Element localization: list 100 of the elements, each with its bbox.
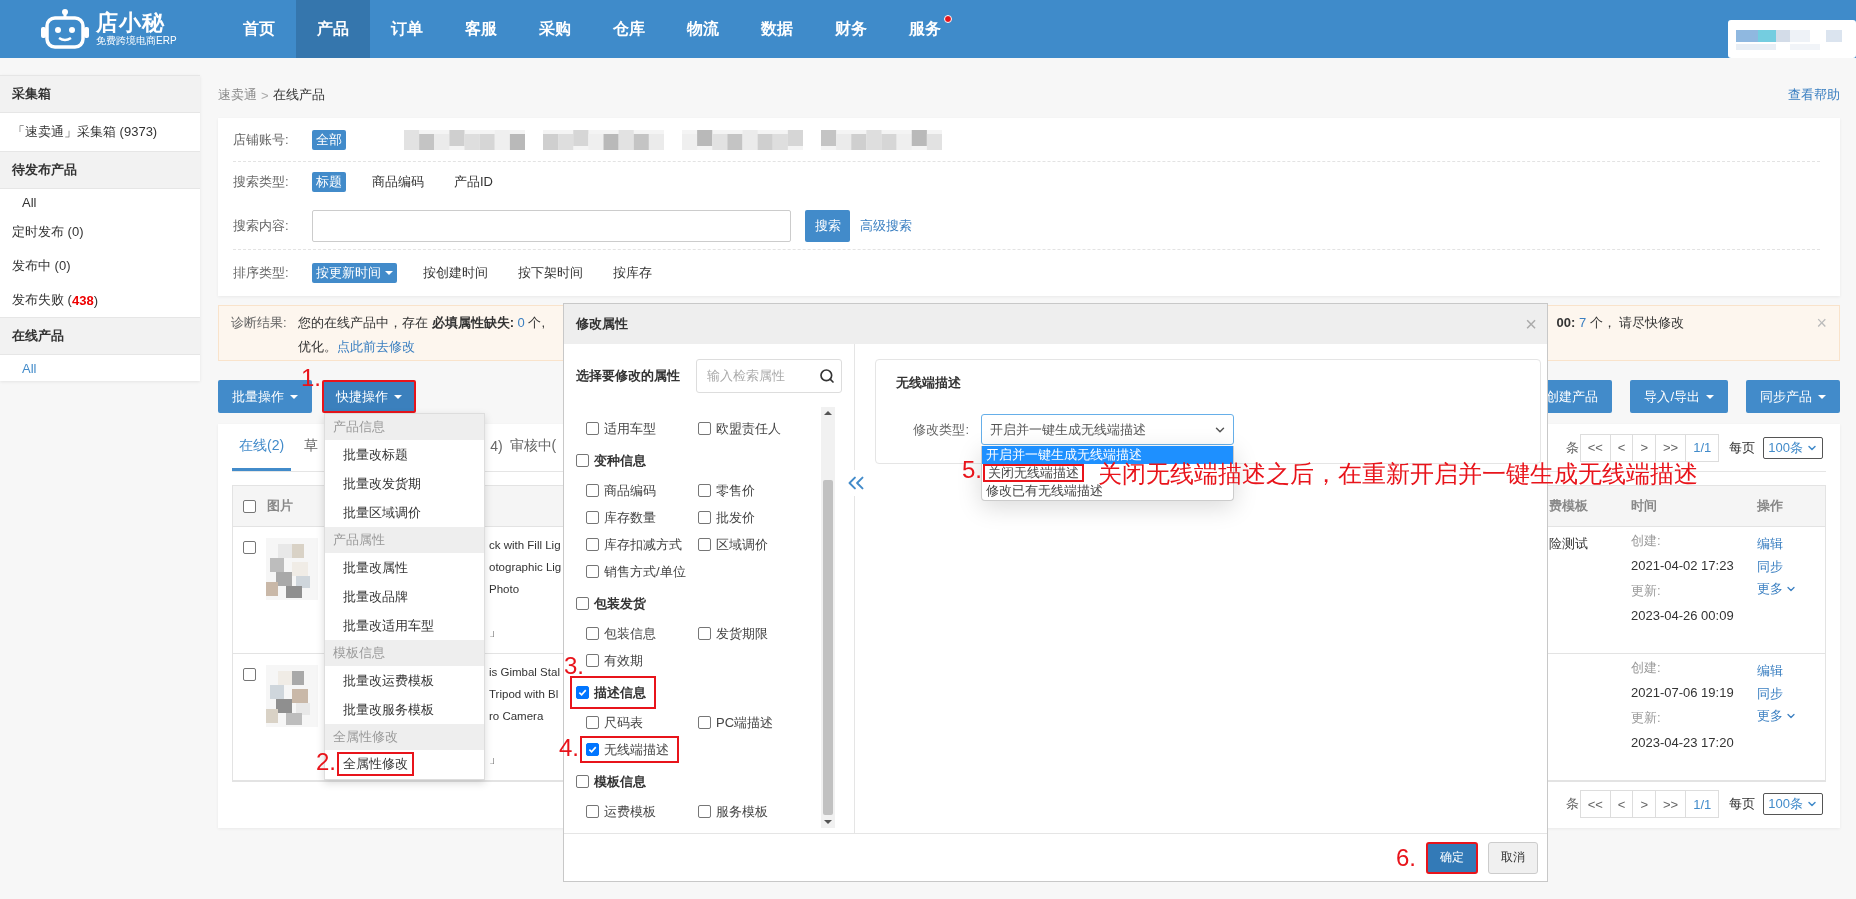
checkbox[interactable] [586, 627, 599, 640]
filter-option[interactable]: 全部 [312, 129, 346, 150]
page-button[interactable]: < [1609, 433, 1634, 462]
breadcrumb-item[interactable]: 速卖通 [218, 86, 257, 104]
checkbox[interactable] [243, 541, 256, 554]
sidebar-item[interactable]: 发布失败 (438) [0, 283, 200, 317]
checkbox[interactable] [698, 805, 711, 818]
row-action-link[interactable]: 更多 [1757, 578, 1797, 601]
sidebar-item[interactable]: 发布中 (0) [0, 249, 200, 283]
updated-time: 2023-04-26 00:09 [1631, 607, 1735, 625]
editor-title: 无线端描述 [896, 374, 962, 392]
checkbox[interactable] [586, 565, 599, 578]
checkbox[interactable] [576, 454, 589, 467]
checkbox[interactable] [243, 499, 256, 513]
row-action-link[interactable]: 编辑 [1757, 533, 1783, 556]
field-label: 修改类型: [912, 420, 970, 439]
filter-option[interactable]: 商品编码 [368, 172, 428, 192]
checkbox[interactable] [586, 422, 599, 435]
nav-tab[interactable]: 服务 [888, 0, 962, 58]
checkbox[interactable] [576, 597, 589, 610]
search-button[interactable]: 搜索 [805, 209, 850, 242]
checkbox[interactable] [698, 511, 711, 524]
menu-item[interactable]: 批量改属性 [325, 553, 484, 582]
filter-option[interactable]: 产品ID [450, 172, 497, 192]
page-button[interactable]: >> [1655, 433, 1687, 462]
scrollbar[interactable] [821, 407, 835, 828]
filter-option[interactable]: 按创建时间 [419, 263, 492, 283]
checkbox[interactable] [698, 484, 711, 497]
tab[interactable]: 4) [483, 424, 507, 471]
logo-tagline: 免费跨境电商ERP [96, 35, 177, 47]
menu-item[interactable]: 批量区域调价 [325, 498, 484, 527]
menu-item[interactable]: 批量改品牌 [325, 582, 484, 611]
checkbox-label: 尺码表 [604, 713, 643, 732]
checkbox[interactable] [698, 716, 711, 729]
checkbox[interactable] [586, 716, 599, 729]
checkbox[interactable] [586, 743, 599, 756]
row-action-link[interactable]: 同步 [1757, 555, 1783, 578]
table-cell-text: 险测试 [1549, 535, 1589, 553]
nav-tab[interactable]: 物流 [666, 0, 740, 58]
nav-tab[interactable]: 仓库 [592, 0, 666, 58]
fix-link[interactable]: 点此前去修改 [337, 339, 415, 354]
group-label: 包装发货 [594, 594, 646, 613]
filter-option[interactable]: 标题 [312, 172, 346, 192]
sidebar-item[interactable]: 定时发布 (0) [0, 215, 200, 249]
sidebar-item[interactable]: All [0, 355, 200, 381]
checkbox[interactable] [698, 422, 711, 435]
checkbox[interactable] [698, 627, 711, 640]
sidebar-item[interactable]: 「速卖通」采集箱 (9373) [0, 113, 200, 151]
page-button[interactable]: << [1579, 433, 1611, 462]
checkbox[interactable] [586, 511, 599, 524]
row-action-link[interactable]: 同步 [1757, 682, 1783, 705]
nav-tab[interactable]: 订单 [370, 0, 444, 58]
nav-tab[interactable]: 财务 [814, 0, 888, 58]
page-button[interactable]: > [1632, 790, 1657, 818]
checkbox[interactable] [576, 686, 589, 699]
attribute-search-field[interactable]: 输入检索属性 [696, 358, 842, 393]
filter-option[interactable]: 按库存 [609, 263, 656, 283]
search-field[interactable] [312, 209, 791, 242]
checkbox-label: 库存扣减方式 [604, 535, 682, 554]
menu-item[interactable]: 批量改服务模板 [325, 695, 484, 724]
checkbox-label: 包装信息 [604, 624, 656, 643]
diagnosis-text: 00: 7 个， 请尽快修改 [1556, 314, 1685, 332]
nav-tab[interactable]: 采购 [518, 0, 592, 58]
help-link[interactable]: 查看帮助 [1788, 86, 1840, 104]
cancel-button[interactable]: 取消 [1488, 841, 1538, 874]
nav-tab[interactable]: 客服 [444, 0, 518, 58]
action-button[interactable]: 导入/导出 [1630, 380, 1728, 413]
sidebar-item[interactable]: All [0, 189, 200, 215]
checkbox[interactable] [586, 654, 599, 667]
filter-option[interactable]: 按下架时间 [514, 263, 587, 283]
page-button[interactable]: << [1579, 790, 1611, 818]
page-size-select[interactable]: 100条 [1763, 436, 1823, 459]
nav-tab[interactable]: 产品 [296, 0, 370, 58]
checkbox[interactable] [243, 668, 256, 681]
type-select[interactable]: 开启并一键生成无线端描述 [981, 414, 1234, 445]
action-button[interactable]: 同步产品 [1746, 380, 1840, 413]
nav-tab[interactable]: 数据 [740, 0, 814, 58]
checkbox[interactable] [586, 484, 599, 497]
menu-item[interactable]: 批量改运费模板 [325, 666, 484, 695]
page-button[interactable]: > [1632, 433, 1657, 462]
checkbox[interactable] [586, 805, 599, 818]
action-button[interactable]: 快捷操作 [322, 380, 416, 413]
row-action-link[interactable]: 更多 [1757, 705, 1797, 728]
page-size-select[interactable]: 100条 [1763, 793, 1823, 815]
tab[interactable]: 草 [297, 424, 326, 471]
checkbox[interactable] [586, 538, 599, 551]
tab[interactable]: 审核中( [506, 424, 564, 471]
menu-item[interactable]: 批量改发货期 [325, 469, 484, 498]
page-button[interactable]: >> [1655, 790, 1687, 818]
filter-option[interactable]: 按更新时间 [312, 263, 397, 283]
row-action-link[interactable]: 编辑 [1757, 660, 1783, 683]
menu-item[interactable]: 批量改适用车型 [325, 611, 484, 640]
tab[interactable]: 在线(2) [232, 424, 292, 471]
page-button[interactable]: < [1609, 790, 1634, 818]
advanced-search-link[interactable]: 高级搜索 [860, 216, 912, 235]
product-title: Tripod with Bl [489, 687, 560, 702]
nav-tab[interactable]: 首页 [222, 0, 296, 58]
checkbox[interactable] [576, 775, 589, 788]
menu-item[interactable]: 批量改标题 [325, 440, 484, 469]
checkbox[interactable] [698, 538, 711, 551]
